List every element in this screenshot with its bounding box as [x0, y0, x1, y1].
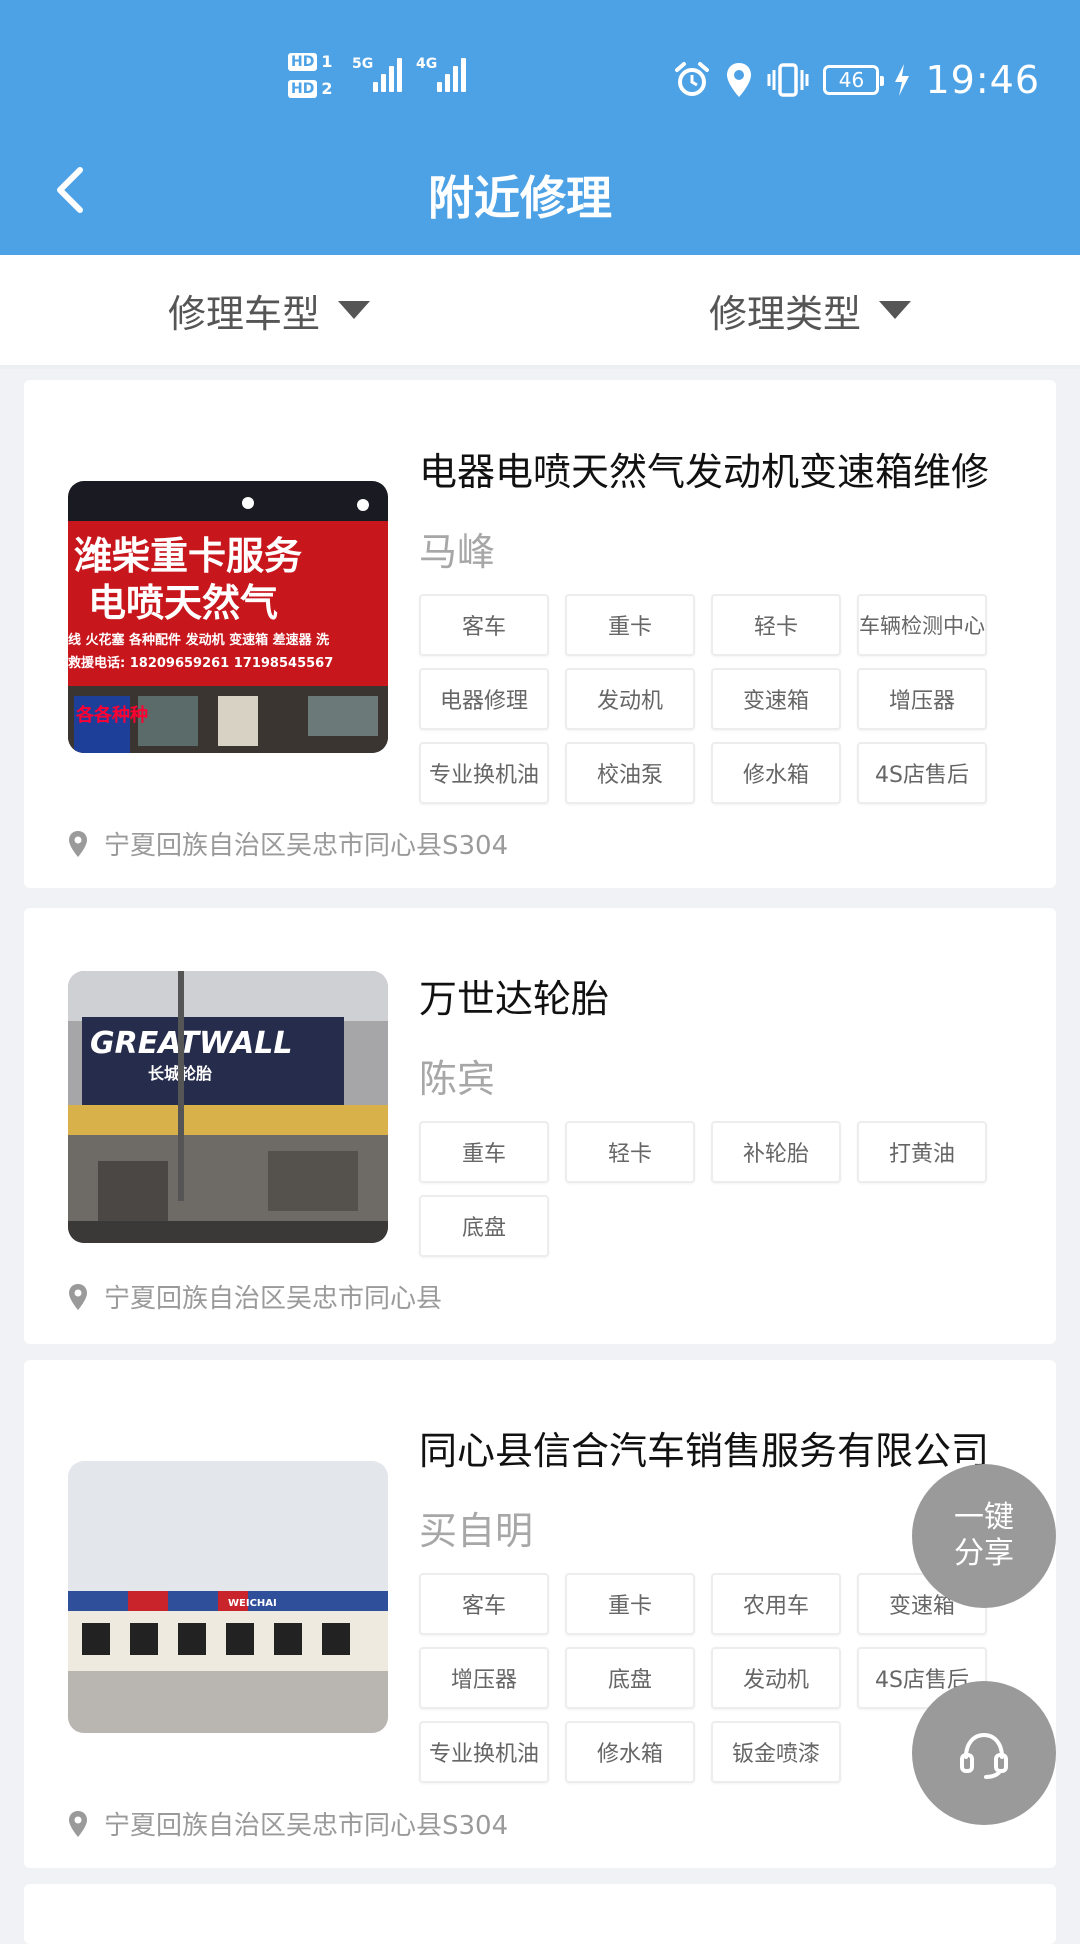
service-tag: 打黄油	[857, 1121, 987, 1183]
battery-indicator: 46	[823, 65, 885, 95]
shop-name: 电器电喷天然气发动机变速箱维修	[419, 450, 990, 494]
service-tag: 底盘	[419, 1195, 549, 1257]
service-tag: 车辆检测中心	[857, 594, 987, 656]
shop-name: 万世达轮胎	[419, 977, 610, 1021]
shop-card[interactable]: GREATWALL 长城轮胎 万世达轮胎 陈宾 重车 轻卡 补轮胎 打黄油 底盘…	[24, 908, 1056, 1344]
service-tag: 发动机	[565, 668, 695, 730]
address-text: 宁夏回族自治区吴忠市同心县S304	[104, 1811, 509, 1841]
service-tag: 增压器	[857, 668, 987, 730]
status-right: 46 19:46	[673, 52, 1040, 108]
service-tag: 重卡	[565, 1573, 695, 1635]
status-bar: HD 1 HD 2 5G 4G 46 19:46	[0, 52, 1080, 108]
service-tag: 轻卡	[711, 594, 841, 656]
photo-sign-text: 电喷天然气	[88, 581, 278, 625]
photo-sign-text: 线 火花塞 各种配件 发动机 变速箱 差速器 洗	[68, 632, 329, 648]
shop-contact: 陈宾	[419, 1057, 496, 1101]
service-tag: 4S店售后	[857, 742, 987, 804]
nav-bar: 附近修理	[0, 140, 1080, 240]
signal-5g-icon: 5G	[352, 56, 402, 92]
sim-indicators: HD 1 HD 2	[288, 52, 332, 98]
photo-sign-text: WEICHAI	[228, 1598, 277, 1609]
shop-card[interactable]: WEICHAI 同心县信合汽车销售服务有限公司 买自明 客车 重卡 农用车 变速…	[24, 1360, 1056, 1868]
shop-contact: 买自明	[419, 1509, 534, 1553]
signal-4g-icon: 4G	[416, 56, 466, 92]
shop-photo-image: WEICHAI	[68, 1461, 388, 1733]
dropdown-arrow-icon	[338, 301, 371, 319]
service-tag: 电器修理	[419, 668, 549, 730]
photo-sign-text: GREATWALL	[90, 1026, 293, 1061]
service-tag: 变速箱	[711, 668, 841, 730]
vehicle-type-label: 修理车型	[168, 291, 321, 336]
filter-bar: 修理车型 修理类型	[0, 255, 1080, 369]
location-pin-icon	[69, 830, 87, 857]
service-tag: 钣金喷漆	[711, 1721, 841, 1783]
hd-badge: HD	[288, 79, 318, 98]
sim2-indicator: HD 2	[288, 79, 332, 98]
photo-sign-text: 潍柴重卡服务	[74, 534, 302, 578]
service-tag: 农用车	[711, 1573, 841, 1635]
service-tag: 客车	[419, 594, 549, 656]
service-tag: 客车	[419, 1573, 549, 1635]
repair-type-filter[interactable]: 修理类型	[709, 255, 912, 365]
service-tags: 客车 重卡 轻卡 车辆检测中心 电器修理 发动机 变速箱 增压器 专业换机油 校…	[419, 594, 1009, 804]
one-click-share-button[interactable]: 一键 分享	[912, 1464, 1056, 1608]
shop-photo-image: 潍柴重卡服务 电喷天然气 线 火花塞 各种配件 发动机 变速箱 差速器 洗 救援…	[68, 481, 388, 753]
page-title: 附近修理	[428, 171, 612, 225]
shop-address: 宁夏回族自治区吴忠市同心县S304	[68, 825, 508, 862]
headset-icon	[960, 1732, 1008, 1779]
alarm-icon	[675, 62, 710, 96]
sim1-indicator: HD 1	[288, 52, 332, 71]
location-pin-icon	[69, 1810, 87, 1837]
customer-service-button[interactable]	[912, 1681, 1056, 1825]
share-label-line2: 分享	[954, 1536, 1014, 1571]
service-tag: 补轮胎	[711, 1121, 841, 1183]
shop-contact: 马峰	[419, 530, 496, 574]
service-tag: 重卡	[565, 594, 695, 656]
shop-address: 宁夏回族自治区吴忠市同心县S304	[68, 1805, 508, 1842]
share-label-line1: 一键	[954, 1500, 1014, 1535]
shop-photo: 潍柴重卡服务 电喷天然气 线 火花塞 各种配件 发动机 变速箱 差速器 洗 救援…	[68, 481, 388, 753]
service-tag: 校油泵	[565, 742, 695, 804]
shop-card[interactable]: 潍柴重卡服务 电喷天然气 线 火花塞 各种配件 发动机 变速箱 差速器 洗 救援…	[24, 380, 1056, 888]
service-tag: 发动机	[711, 1647, 841, 1709]
service-tag: 增压器	[419, 1647, 549, 1709]
shop-photo: GREATWALL 长城轮胎	[68, 971, 388, 1243]
service-tag: 专业换机油	[419, 1721, 549, 1783]
clock: 19:46	[925, 58, 1040, 102]
service-tag: 专业换机油	[419, 742, 549, 804]
shop-address: 宁夏回族自治区吴忠市同心县	[68, 1278, 442, 1315]
service-tag: 底盘	[565, 1647, 695, 1709]
shop-name: 同心县信合汽车销售服务有限公司	[419, 1429, 990, 1473]
address-text: 宁夏回族自治区吴忠市同心县S304	[104, 831, 509, 861]
shop-card-partial[interactable]	[24, 1884, 1056, 1944]
app-header: HD 1 HD 2 5G 4G 46 19:46 附近修理	[0, 0, 1080, 255]
service-tag: 重车	[419, 1121, 549, 1183]
location-pin-icon	[69, 1283, 87, 1310]
photo-side-sign-text: 各各种种	[75, 704, 148, 726]
shop-photo: WEICHAI	[68, 1461, 388, 1733]
service-tag: 修水箱	[565, 1721, 695, 1783]
shop-photo-image: GREATWALL 长城轮胎	[68, 971, 388, 1243]
service-tag: 轻卡	[565, 1121, 695, 1183]
charging-icon	[895, 64, 910, 96]
vibrate-icon	[767, 63, 809, 97]
dropdown-arrow-icon	[879, 301, 912, 319]
address-text: 宁夏回族自治区吴忠市同心县	[104, 1284, 443, 1314]
photo-sign-text: 救援电话: 18209659261 17198545567	[68, 655, 333, 671]
hd-badge: HD	[288, 52, 318, 71]
location-icon	[727, 63, 752, 97]
service-tag: 修水箱	[711, 742, 841, 804]
service-tags: 重车 轻卡 补轮胎 打黄油 底盘	[419, 1121, 1009, 1257]
vehicle-type-filter[interactable]: 修理车型	[168, 255, 371, 365]
repair-type-label: 修理类型	[709, 291, 862, 336]
